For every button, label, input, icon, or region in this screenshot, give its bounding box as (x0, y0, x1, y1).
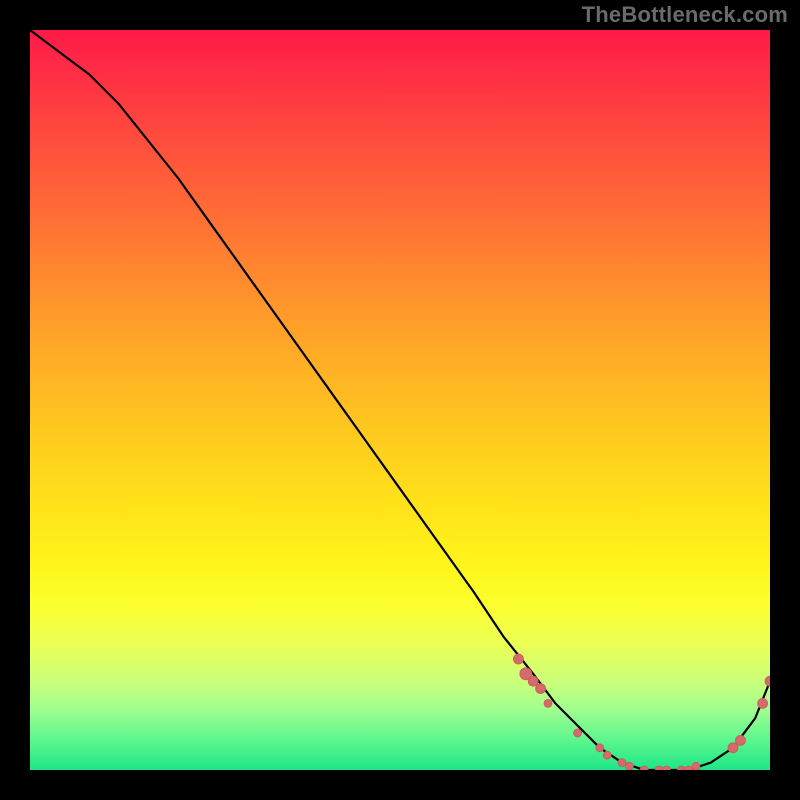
data-marker (528, 676, 538, 686)
watermark-text: TheBottleneck.com (582, 2, 788, 28)
data-marker (640, 766, 648, 770)
data-marker (625, 762, 633, 770)
data-marker (662, 766, 670, 770)
data-marker (603, 751, 611, 759)
data-marker (618, 759, 626, 767)
data-marker (735, 735, 745, 745)
data-marker (692, 762, 700, 770)
data-marker (685, 766, 693, 770)
data-marker (728, 743, 738, 753)
data-marker (765, 676, 770, 686)
data-marker (758, 698, 768, 708)
data-marker (677, 766, 685, 770)
data-marker (536, 684, 546, 694)
data-markers (513, 654, 770, 770)
data-marker (544, 699, 552, 707)
bottleneck-curve (30, 30, 770, 770)
chart-overlay (30, 30, 770, 770)
plot-area (30, 30, 770, 770)
chart-frame: TheBottleneck.com (0, 0, 800, 800)
data-marker (596, 744, 604, 752)
data-marker (513, 654, 523, 664)
data-marker (655, 766, 663, 770)
data-marker (574, 729, 582, 737)
